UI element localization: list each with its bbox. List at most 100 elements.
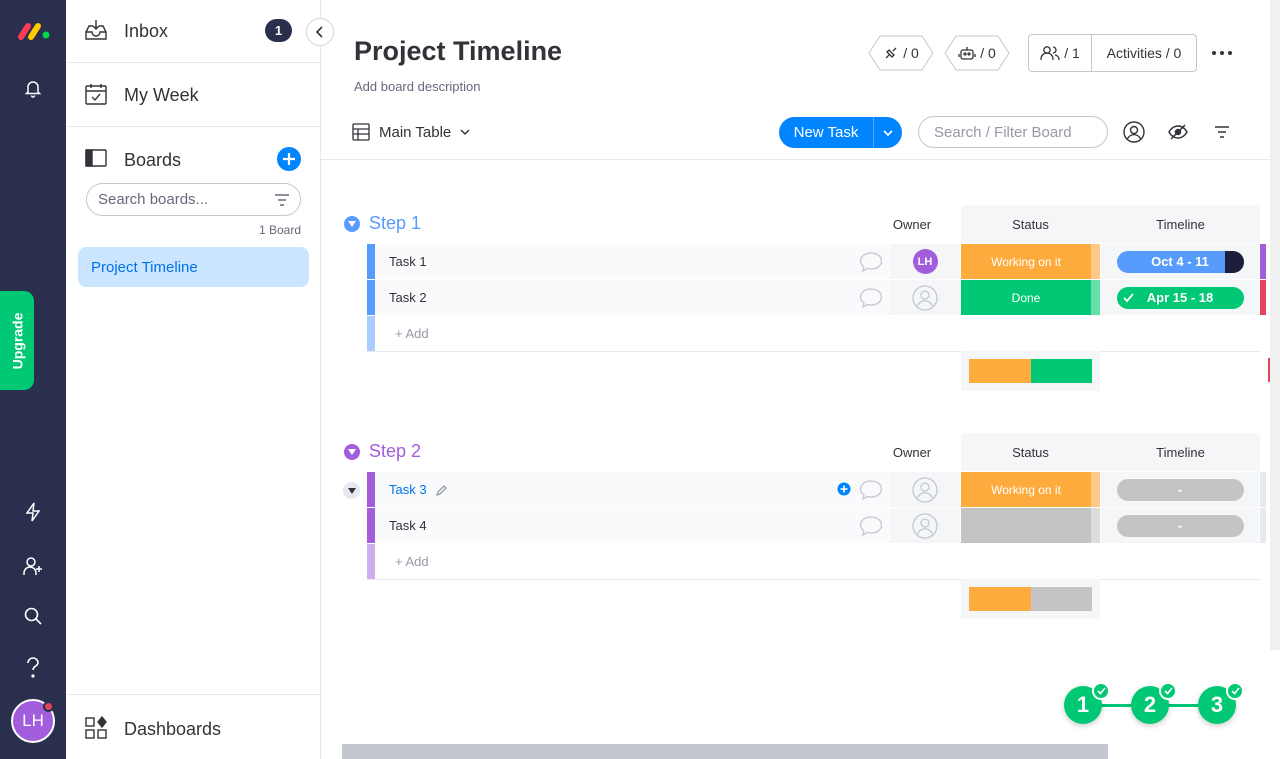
item-name[interactable]: Task 2: [389, 290, 427, 305]
group-header-step-2[interactable]: Step 2: [344, 441, 421, 462]
timeline-range: Oct 4 - 11: [1151, 254, 1209, 269]
timeline-cell[interactable]: Apr 15 - 18: [1101, 280, 1259, 315]
help-icon[interactable]: [21, 656, 45, 680]
item-name-cell[interactable]: Task 4: [375, 508, 889, 543]
status-cell[interactable]: [961, 508, 1091, 543]
timeline-pill[interactable]: -: [1116, 514, 1244, 537]
plus-icon: [283, 153, 295, 165]
invite-user-icon[interactable]: [21, 554, 45, 578]
divider: [66, 62, 320, 63]
item-name[interactable]: Task 3: [389, 482, 427, 497]
collapse-sidebar-button[interactable]: [306, 18, 334, 46]
column-header-status[interactable]: Status: [961, 217, 1100, 232]
status-cell[interactable]: Done: [961, 280, 1091, 315]
horizontal-scrollbar[interactable]: [342, 744, 1108, 759]
vertical-scrollbar[interactable]: [1270, 0, 1280, 650]
conversation-icon[interactable]: [859, 479, 883, 501]
timeline-pill[interactable]: Apr 15 - 18: [1116, 286, 1244, 309]
row-menu-icon[interactable]: [343, 482, 360, 499]
onboarding-step-3[interactable]: 3: [1198, 682, 1244, 724]
owner-cell[interactable]: [890, 472, 960, 507]
new-task-button[interactable]: New Task: [779, 117, 902, 148]
timeline-cell[interactable]: -: [1101, 508, 1259, 543]
search-icon[interactable]: [21, 604, 45, 628]
empty-person-icon[interactable]: [912, 476, 938, 503]
collapse-group-icon[interactable]: [344, 215, 360, 232]
add-item-row[interactable]: + Add: [367, 544, 1260, 580]
sidebar-item-inbox[interactable]: Inbox 1: [66, 14, 320, 48]
hide-columns-icon[interactable]: [1166, 120, 1190, 144]
empty-person-icon[interactable]: [912, 284, 938, 311]
notifications-bell-icon[interactable]: [21, 76, 45, 100]
conversation-icon[interactable]: [859, 515, 883, 537]
sidebar-item-my-week[interactable]: My Week: [66, 78, 320, 112]
page-title[interactable]: Project Timeline: [354, 36, 562, 67]
item-name-cell[interactable]: Task 1: [375, 244, 889, 279]
table-row[interactable]: Task 2 Done Apr 15 - 18: [367, 280, 1266, 315]
person-filter-icon[interactable]: [1122, 120, 1146, 144]
sidebar-board-project-timeline[interactable]: Project Timeline: [78, 247, 309, 287]
lightning-icon[interactable]: [21, 500, 45, 524]
user-avatar[interactable]: LH: [11, 699, 55, 743]
add-update-icon[interactable]: [837, 482, 851, 496]
status-cell[interactable]: Working on it: [961, 244, 1091, 279]
table-row[interactable]: Task 4 -: [367, 508, 1266, 543]
filter-icon[interactable]: [274, 193, 290, 207]
row-color-bar: [367, 544, 375, 579]
upgrade-button[interactable]: Upgrade: [0, 291, 34, 390]
owner-cell[interactable]: [890, 508, 960, 543]
more-options-icon[interactable]: [1210, 44, 1234, 62]
search-boards-input[interactable]: Search boards...: [86, 183, 301, 216]
item-name[interactable]: Task 4: [389, 518, 427, 533]
timeline-pill[interactable]: Oct 4 - 11: [1116, 250, 1244, 273]
search-filter-input[interactable]: Search / Filter Board: [918, 116, 1108, 148]
add-board-button[interactable]: [277, 147, 301, 171]
status-edge: [1091, 280, 1100, 315]
owner-cell[interactable]: LH: [890, 244, 960, 279]
board-description[interactable]: Add board description: [354, 79, 480, 94]
timeline-cell[interactable]: -: [1101, 472, 1259, 507]
collapse-group-icon[interactable]: [344, 443, 360, 460]
monday-logo-icon[interactable]: [17, 20, 51, 42]
calendar-check-icon: [85, 84, 107, 105]
timeline-cell[interactable]: Oct 4 - 11: [1101, 244, 1259, 279]
status-summary-bar[interactable]: [969, 359, 1092, 383]
sidebar-item-dashboards[interactable]: Dashboards: [84, 714, 314, 744]
group-title[interactable]: Step 1: [369, 213, 421, 234]
conversation-icon[interactable]: [859, 251, 883, 273]
column-header-timeline[interactable]: Timeline: [1101, 217, 1260, 232]
item-name-cell[interactable]: Task 3: [375, 472, 889, 507]
members-button[interactable]: / 1: [1029, 35, 1092, 71]
table-row[interactable]: Task 1 LH Working on it Oct 4 - 11: [367, 244, 1266, 279]
status-summary-bar[interactable]: [969, 587, 1092, 611]
view-selector[interactable]: Main Table: [352, 120, 470, 144]
item-name[interactable]: Task 1: [389, 254, 427, 269]
item-name-cell[interactable]: Task 2: [375, 280, 889, 315]
status-cell[interactable]: Working on it: [961, 472, 1091, 507]
owner-avatar[interactable]: LH: [912, 249, 938, 274]
conversation-icon[interactable]: [859, 287, 883, 309]
column-header-owner[interactable]: Owner: [890, 445, 934, 460]
add-item-row[interactable]: + Add: [367, 316, 1260, 352]
add-item-label[interactable]: + Add: [395, 554, 429, 569]
empty-person-icon[interactable]: [912, 512, 938, 539]
group-title[interactable]: Step 2: [369, 441, 421, 462]
new-task-dropdown[interactable]: [874, 129, 902, 136]
column-header-owner[interactable]: Owner: [890, 217, 934, 232]
onboarding-step-1[interactable]: 1: [1064, 682, 1110, 724]
edit-pencil-icon[interactable]: [435, 484, 448, 496]
sort-filter-icon[interactable]: [1210, 120, 1234, 144]
new-task-label[interactable]: New Task: [779, 117, 874, 148]
integrations-button[interactable]: / 0: [868, 35, 934, 71]
automations-button[interactable]: / 0: [944, 35, 1010, 71]
table-row[interactable]: Task 3 Working on it -: [367, 472, 1266, 507]
activities-button[interactable]: Activities / 0: [1092, 45, 1196, 61]
owner-cell[interactable]: [890, 280, 960, 315]
column-header-timeline[interactable]: Timeline: [1101, 445, 1260, 460]
onboarding-step-2[interactable]: 2: [1131, 682, 1177, 724]
add-item-label[interactable]: + Add: [395, 326, 429, 341]
column-header-status[interactable]: Status: [961, 445, 1100, 460]
timeline-pill[interactable]: -: [1116, 478, 1244, 501]
group-header-step-1[interactable]: Step 1: [344, 213, 421, 234]
boards-panel-icon: [85, 149, 107, 167]
